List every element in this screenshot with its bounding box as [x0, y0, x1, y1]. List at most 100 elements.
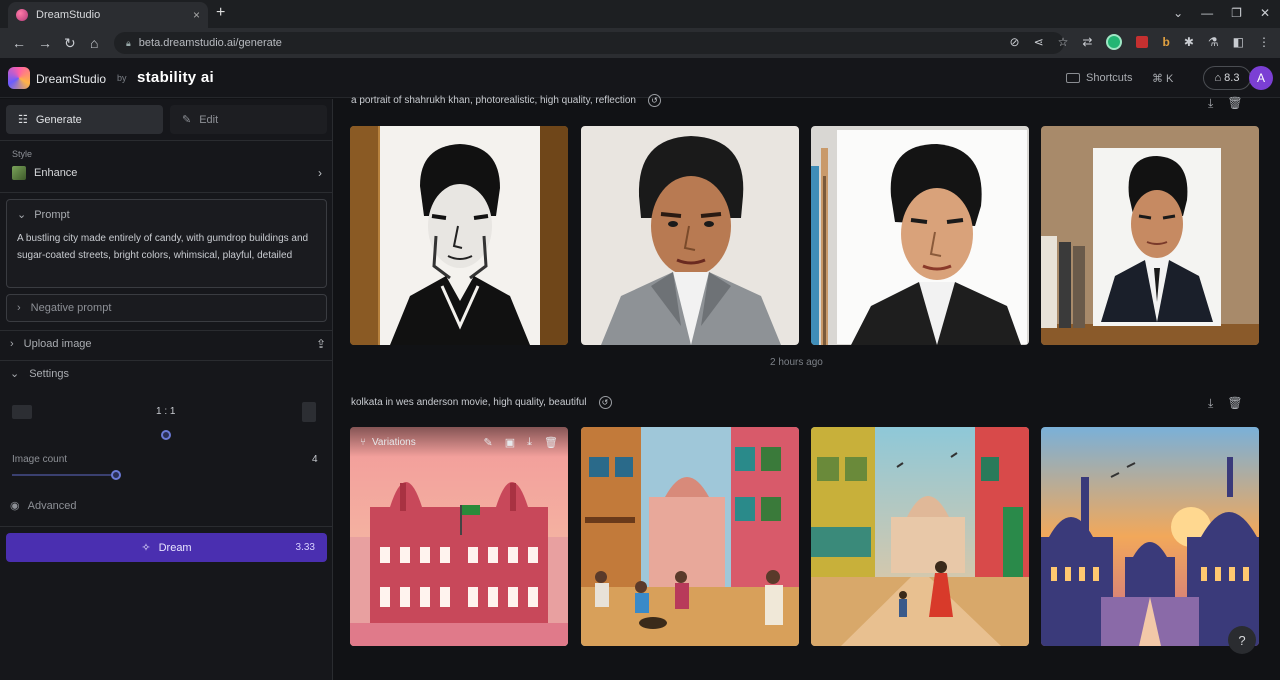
brand-name: DreamStudio: [36, 72, 107, 86]
advanced-toggle[interactable]: ◉ Advanced: [10, 499, 77, 513]
maximize-button[interactable]: ❐: [1231, 6, 1242, 20]
image-icon[interactable]: ▣: [505, 436, 515, 449]
generated-image[interactable]: [581, 126, 799, 345]
tab-title: DreamStudio: [36, 9, 101, 21]
divider: [0, 526, 333, 527]
shortcuts-label: Shortcuts: [1086, 72, 1133, 84]
dream-button[interactable]: ✧ Dream 3.33: [6, 533, 327, 562]
kolkata-street-image: [581, 427, 799, 646]
generated-image[interactable]: [581, 427, 799, 646]
download-icon[interactable]: ⤓: [1208, 96, 1213, 111]
minimize-button[interactable]: —: [1201, 6, 1213, 20]
dream-cost: 3.33: [295, 542, 315, 553]
browser-toolbar: ← → ↻ ⌂ 🔒︎ beta.dreamstudio.ai/generate …: [0, 28, 1280, 58]
trash-icon[interactable]: 🗑︎: [1227, 96, 1242, 111]
prompt-field[interactable]: ⌄ Prompt A bustling city made entirely o…: [6, 199, 327, 288]
extension-grammarly-icon[interactable]: [1106, 34, 1123, 50]
extension-translate-icon[interactable]: ⇄: [1082, 35, 1092, 49]
reload-icon[interactable]: ↻: [64, 35, 76, 52]
browser-tab[interactable]: DreamStudio ×: [8, 2, 208, 28]
aspect-ratio-slider[interactable]: [161, 430, 171, 440]
group-actions: ⤓ 🗑︎: [1208, 396, 1243, 411]
eye-off-icon[interactable]: ⊘: [1010, 35, 1020, 49]
group-actions: ⤓ 🗑︎: [1208, 96, 1243, 111]
divider: [0, 192, 333, 193]
tab-search-icon[interactable]: ⌄: [1173, 6, 1183, 20]
upload-icon[interactable]: ⇪: [316, 337, 326, 351]
image-count-label: Image count: [12, 454, 68, 465]
tab-edit-label: Edit: [199, 113, 219, 126]
portrait-ratio-icon: [302, 402, 316, 422]
aspect-ratio-value: 1 : 1: [156, 406, 176, 417]
chevron-right-icon: ›: [318, 166, 322, 180]
new-tab-button[interactable]: +: [216, 4, 225, 22]
eye-icon: ◉: [10, 500, 20, 512]
style-value: Enhance: [34, 167, 78, 179]
trash-icon[interactable]: 🗑︎: [544, 436, 558, 449]
forward-icon[interactable]: →: [38, 35, 52, 51]
image-count-value: 4: [312, 454, 318, 465]
dream-label: Dream: [158, 541, 192, 554]
credits-badge[interactable]: ⌂ 8.3: [1203, 66, 1251, 90]
bookmark-star-icon[interactable]: ☆: [1058, 35, 1069, 49]
sidebar-toggle-icon[interactable]: ◧: [1233, 35, 1244, 49]
download-icon[interactable]: ⤓: [527, 436, 532, 449]
portrait-framed-image: [1041, 126, 1259, 345]
group-prompt-text: kolkata in wes anderson movie, high qual…: [351, 397, 587, 408]
extensions-area: ⊘ ⋖ ☆ ⇄ b ✱ ⚗ ◧ ⋮: [1010, 34, 1270, 50]
chevron-down-icon: ⌄: [17, 209, 27, 221]
prompt-label: Prompt: [34, 208, 70, 221]
tab-generate-label: Generate: [35, 113, 82, 126]
avatar[interactable]: A: [1249, 66, 1273, 90]
window-controls: ⌄ — ❐ ✕: [1173, 6, 1270, 20]
extension-red-icon[interactable]: [1136, 36, 1149, 48]
tab-edit[interactable]: ✎ Edit: [170, 105, 327, 134]
help-button[interactable]: ?: [1228, 626, 1256, 654]
download-icon[interactable]: ⤓: [1208, 396, 1213, 411]
shortcuts-button[interactable]: Shortcuts: [1066, 72, 1132, 84]
trash-icon[interactable]: 🗑︎: [1227, 396, 1242, 411]
divider: [0, 140, 333, 141]
back-icon[interactable]: ←: [12, 35, 26, 51]
address-bar[interactable]: 🔒︎ beta.dreamstudio.ai/generate: [114, 32, 1064, 54]
generated-image[interactable]: ⑂ Variations ✎ ▣ ⤓ 🗑︎: [350, 427, 568, 646]
generated-image[interactable]: [1041, 126, 1259, 345]
prompt-header[interactable]: ⌄ Prompt: [17, 208, 70, 222]
negative-prompt-toggle[interactable]: › Negative prompt: [6, 294, 327, 322]
home-icon[interactable]: ⌂: [90, 35, 98, 51]
browser-menu-icon[interactable]: ⋮: [1258, 35, 1270, 49]
kolkata-alley-image: [811, 427, 1029, 646]
generated-image[interactable]: [1041, 427, 1259, 646]
prompt-text[interactable]: A bustling city made entirely of candy, …: [17, 230, 317, 264]
kolkata-palace-image: [350, 427, 568, 646]
generated-image[interactable]: [811, 427, 1029, 646]
dreamstudio-favicon-icon: [16, 9, 28, 21]
url-text: beta.dreamstudio.ai/generate: [138, 37, 282, 49]
variations-label[interactable]: Variations: [372, 437, 416, 448]
dreamstudio-logo-icon[interactable]: [8, 67, 30, 89]
tab-generate[interactable]: ☷ Generate: [6, 105, 163, 134]
reuse-prompt-icon[interactable]: ↺: [598, 396, 612, 409]
variations-icon[interactable]: ⑂: [360, 437, 366, 448]
tab-close-icon[interactable]: ×: [193, 8, 200, 22]
extensions-puzzle-icon[interactable]: ✱: [1184, 35, 1194, 49]
flask-icon[interactable]: ⚗: [1208, 35, 1219, 49]
style-selector[interactable]: Enhance ›: [12, 166, 322, 180]
share-icon[interactable]: ⋖: [1034, 35, 1044, 49]
close-window-button[interactable]: ✕: [1260, 6, 1270, 20]
generated-image[interactable]: [811, 126, 1029, 345]
portrait-painting-image: [581, 126, 799, 345]
generated-image[interactable]: [350, 126, 568, 345]
image-count-slider[interactable]: [111, 470, 121, 480]
upload-image-toggle[interactable]: › Upload image ⇪: [10, 337, 326, 351]
chevron-right-icon: ›: [10, 338, 14, 350]
settings-toggle[interactable]: ⌄ Settings: [10, 367, 69, 381]
edit-icon[interactable]: ✎: [484, 436, 493, 449]
app-root: DreamStudio × + ⌄ — ❐ ✕ ← → ↻ ⌂ 🔒︎ beta.…: [0, 0, 1280, 680]
group-prompt: kolkata in wes anderson movie, high qual…: [351, 396, 612, 409]
sparkle-icon: ✧: [141, 542, 151, 554]
chevron-right-icon: ›: [17, 302, 21, 314]
extension-b-icon[interactable]: b: [1162, 35, 1169, 49]
reuse-prompt-icon[interactable]: ↺: [647, 94, 661, 107]
image-count-track[interactable]: [12, 474, 116, 476]
